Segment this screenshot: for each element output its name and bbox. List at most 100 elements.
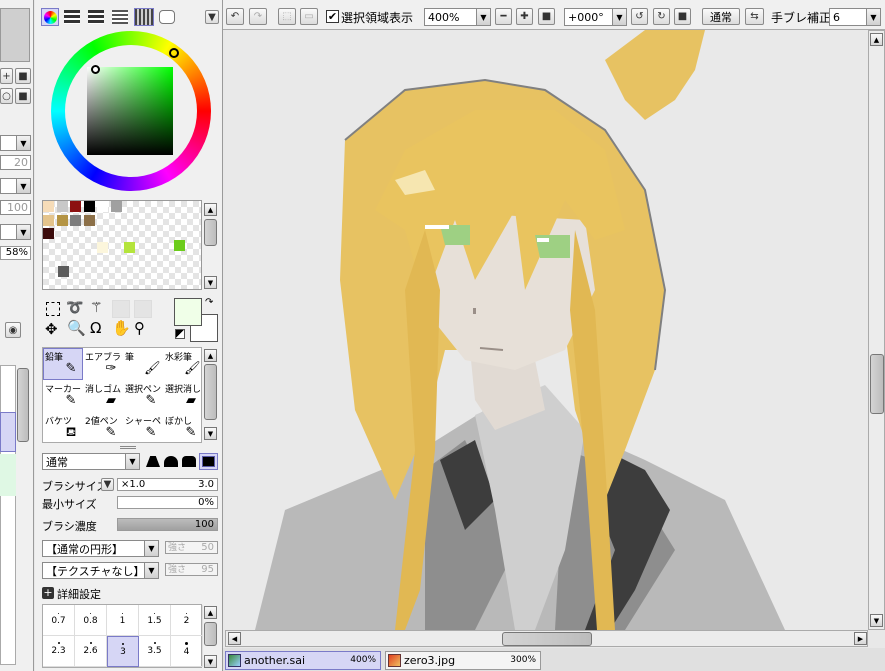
tool-scroll-down-button[interactable]: ▼ <box>204 427 217 440</box>
tool-eraser[interactable]: 消しゴム ▰ <box>83 380 123 412</box>
brush-density-slider[interactable]: 100 <box>117 518 218 531</box>
zoom-in-button[interactable]: ✚ <box>516 8 533 25</box>
layer-blend-select[interactable]: ▼ <box>0 135 31 151</box>
brush-shape-select[interactable]: 【通常の円形】 ▼ <box>42 540 159 557</box>
color-swatch[interactable] <box>124 241 135 253</box>
brush-size-preset[interactable]: 1.5 <box>139 605 171 636</box>
tool-selection-pen[interactable]: 選択ペン ✎ <box>123 380 163 412</box>
magic-wand-icon[interactable]: ⚚ <box>90 300 103 316</box>
color-swatch[interactable] <box>58 266 69 277</box>
brush-size-preset[interactable]: 3 <box>107 636 139 667</box>
vertical-scrollbar[interactable] <box>868 30 885 630</box>
rgb-slider-mode-icon[interactable] <box>64 10 80 24</box>
tool-scrollbar-thumb[interactable] <box>204 364 217 420</box>
tool-selection-eraser[interactable]: 選択消し ▰ <box>163 380 203 412</box>
canvas-scroll-up-button[interactable]: ▲ <box>870 33 883 46</box>
document-tab-zero3-jpg[interactable]: zero3.jpg 300% <box>385 651 541 670</box>
rotation-select[interactable]: +000° ▼ <box>564 8 627 26</box>
layer-list[interactable] <box>0 365 16 665</box>
swatch-mode-icon[interactable] <box>112 10 128 24</box>
redo-button[interactable]: ↷ <box>249 8 267 25</box>
color-swatch[interactable] <box>43 201 54 212</box>
tool-airbrush[interactable]: エアブラシ✑ <box>83 348 123 380</box>
color-swatch[interactable] <box>43 228 54 239</box>
undo-button[interactable]: ↶ <box>226 8 244 25</box>
eyedropper-icon[interactable]: ⚲ <box>134 321 145 336</box>
color-swatch[interactable] <box>174 240 185 251</box>
hand-icon[interactable]: ✋ <box>112 321 131 336</box>
brush-size-preset[interactable]: 2.6 <box>75 636 107 667</box>
brush-edge-medium-icon[interactable] <box>164 456 178 467</box>
tool-brush[interactable]: 筆 🖌 <box>123 348 163 380</box>
hsv-slider-mode-icon[interactable] <box>88 10 104 24</box>
palette-scroll-up-button[interactable]: ▲ <box>204 203 217 216</box>
layer-item-selected[interactable] <box>0 412 16 452</box>
show-selection-checkbox[interactable]: ✔ <box>326 10 339 23</box>
horizontal-scrollbar-thumb[interactable] <box>502 632 592 646</box>
canvas-viewport[interactable] <box>225 30 868 630</box>
palette-mode-icon[interactable] <box>134 8 154 26</box>
palette-scrollbar-thumb[interactable] <box>204 219 217 246</box>
stabilizer-select[interactable]: 6 ▼ <box>829 8 881 26</box>
saturation-value-square[interactable] <box>87 67 173 155</box>
rotate-icon[interactable]: Ω <box>90 321 101 336</box>
lasso-icon[interactable]: ➰ <box>66 300 83 316</box>
shape-strength-slider[interactable]: 強さ 50 <box>165 541 218 554</box>
tool-pencil[interactable]: 鉛筆 ✎ <box>43 348 83 380</box>
invert-selection-button[interactable]: ▭ <box>300 8 318 25</box>
palette-scroll-down-button[interactable]: ▼ <box>204 276 217 289</box>
color-swatch[interactable] <box>97 201 108 212</box>
brush-size-range-button[interactable]: ▼ <box>101 478 114 491</box>
brush-edge-soft-icon[interactable] <box>182 456 196 467</box>
document-tab-another-sai[interactable]: another.sai 400% <box>225 651 381 670</box>
size-scrollbar-thumb[interactable] <box>204 622 217 646</box>
brush-size-preset[interactable]: 2.3 <box>43 636 75 667</box>
hue-picker-marker[interactable] <box>169 48 179 58</box>
tool-marker[interactable]: マーカー ✎ <box>43 380 83 412</box>
brush-blend-select[interactable]: 通常 ▼ <box>42 453 140 470</box>
tool-watercolor-brush[interactable]: 水彩筆 🖌 <box>163 348 203 380</box>
color-swatch[interactable] <box>56 201 68 212</box>
zoom-out-button[interactable]: ━ <box>495 8 512 25</box>
panel-splitter[interactable] <box>120 446 136 449</box>
vertical-scrollbar-thumb[interactable] <box>870 354 884 414</box>
scratchpad-mode-icon[interactable] <box>159 10 175 24</box>
reset-colors-icon[interactable] <box>175 329 185 339</box>
color-wheel-mode-icon[interactable] <box>41 8 59 26</box>
zoom-icon[interactable]: 🔍 <box>67 321 86 336</box>
color-swatch[interactable] <box>70 201 81 212</box>
canvas-scroll-right-button[interactable]: ▶ <box>854 632 867 645</box>
plus-icon[interactable]: + <box>42 587 54 599</box>
canvas-scroll-down-button[interactable]: ▼ <box>870 614 883 627</box>
layer-scrollbar-thumb[interactable] <box>17 368 29 442</box>
layer-value-20[interactable]: 20 <box>0 155 31 170</box>
flip-horizontal-button[interactable]: ⇆ <box>745 8 764 25</box>
brush-size-preset[interactable]: 0.8 <box>75 605 107 636</box>
layer-value-100[interactable]: 100 <box>0 200 31 215</box>
tool-mechanical-pencil[interactable]: シャーペン✎ <box>123 412 163 444</box>
tool-bucket[interactable]: バケツ ⛾ <box>43 412 83 444</box>
panel-menu-button[interactable]: ▼ <box>205 10 219 24</box>
layer-item[interactable] <box>0 454 16 496</box>
color-swatch[interactable] <box>70 214 81 226</box>
color-swatch[interactable] <box>43 214 54 226</box>
zoom-select[interactable]: 400% ▼ <box>424 8 491 26</box>
zoom-reset-button[interactable]: ■ <box>538 8 555 25</box>
move-icon[interactable]: ✥ <box>45 322 58 337</box>
brush-size-preset[interactable]: 0.7 <box>43 605 75 636</box>
min-size-slider[interactable]: 0% <box>117 496 218 509</box>
rotate-reset-button[interactable]: ■ <box>674 8 691 25</box>
brush-size-slider[interactable]: ×1.0 3.0 <box>117 478 218 491</box>
advanced-settings-label[interactable]: 詳細設定 <box>57 586 101 602</box>
sv-picker-marker[interactable] <box>91 65 100 74</box>
layer-option-button[interactable]: ○ <box>0 88 13 104</box>
color-swatch[interactable] <box>83 201 95 212</box>
color-swatch[interactable] <box>56 214 68 226</box>
brush-size-preset[interactable]: 4 <box>171 636 203 667</box>
layer-effect-select[interactable]: ▼ <box>0 224 31 240</box>
brush-size-preset[interactable]: 2 <box>171 605 203 636</box>
lock-layer-button[interactable]: ◉ <box>5 322 21 338</box>
new-folder-button[interactable]: ■ <box>15 68 31 84</box>
rect-select-icon[interactable] <box>46 302 60 316</box>
color-swatch[interactable] <box>83 214 95 226</box>
